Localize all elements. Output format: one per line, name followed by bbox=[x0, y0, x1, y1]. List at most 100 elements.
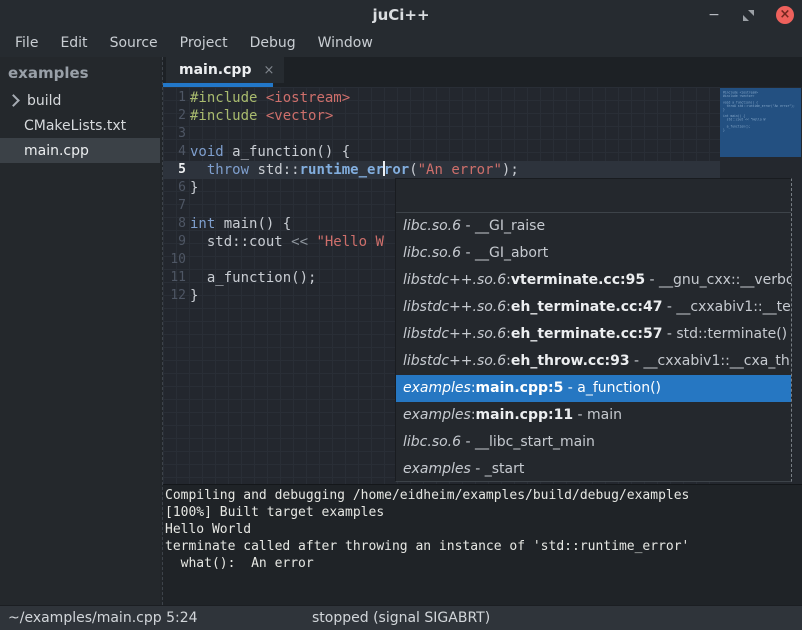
code-row-3: 3 bbox=[163, 125, 519, 143]
chevron-right-icon[interactable] bbox=[7, 94, 20, 107]
tree-item-main-cpp[interactable]: main.cpp bbox=[0, 138, 160, 163]
tab-main-cpp[interactable]: main.cpp × bbox=[166, 57, 284, 83]
frame-binary: libstdc++.so.6 bbox=[403, 353, 506, 369]
project-name-header: examples bbox=[0, 57, 160, 88]
frame-binary: examples bbox=[403, 461, 471, 477]
frame-function: main bbox=[587, 407, 622, 423]
backtrace-item-9[interactable]: libc.so.6 - __libc_start_main bbox=[396, 429, 791, 456]
code-text: } bbox=[190, 179, 198, 197]
menu-project[interactable]: Project bbox=[169, 30, 239, 57]
frame-function: __libc_start_main bbox=[475, 434, 595, 450]
status-file-position: ~/examples/main.cpp 5:24 bbox=[8, 606, 198, 630]
line-number: 6 bbox=[163, 179, 186, 197]
terminal-line-4: terminate called after throwing an insta… bbox=[165, 538, 802, 555]
terminal-line-5: what(): An error bbox=[165, 555, 802, 572]
file-tree-sidebar: examples build CMakeLists.txt main.cpp bbox=[0, 57, 160, 605]
backtrace-item-6[interactable]: libstdc++.so.6:eh_throw.cc:93 - __cxxabi… bbox=[396, 348, 791, 375]
backtrace-item-1[interactable]: libc.so.6 - __GI_raise bbox=[396, 213, 791, 240]
frame-binary: libstdc++.so.6 bbox=[403, 272, 506, 288]
menu-window[interactable]: Window bbox=[307, 30, 384, 57]
code-text: throw std::runtime_error("An error"); bbox=[190, 161, 519, 179]
window-controls: − × bbox=[707, 0, 794, 30]
backtrace-item-3[interactable]: libstdc++.so.6:vterminate.cc:95 - __gnu_… bbox=[396, 267, 791, 294]
statusbar: ~/examples/main.cpp 5:24 stopped (signal… bbox=[0, 605, 802, 630]
code-text: std::cout << "Hello W bbox=[190, 233, 384, 251]
line-number: 11 bbox=[163, 269, 186, 287]
menu-edit[interactable]: Edit bbox=[49, 30, 98, 57]
frame-function: __GI_raise bbox=[475, 218, 545, 234]
code-row-5: 5 throw std::runtime_error("An error"); bbox=[163, 161, 519, 179]
code-text: void a_function() { bbox=[190, 143, 350, 161]
frame-binary: libc.so.6 bbox=[403, 218, 461, 234]
line-number: 3 bbox=[163, 125, 186, 143]
backtrace-filter-entry[interactable] bbox=[396, 179, 791, 213]
frame-function: a_function() bbox=[577, 380, 661, 396]
code-text: #include <iostream> bbox=[190, 89, 350, 107]
backtrace-item-8[interactable]: examples:main.cpp:11 - main bbox=[396, 402, 791, 429]
frame-binary: libc.so.6 bbox=[403, 434, 461, 450]
tab-close-icon[interactable]: × bbox=[263, 63, 274, 78]
frame-file-line: main.cpp:5 bbox=[476, 380, 564, 396]
tabbar: main.cpp × bbox=[163, 57, 802, 87]
tree-item-label: build bbox=[27, 93, 61, 109]
frame-binary: libc.so.6 bbox=[403, 245, 461, 261]
terminal-line-1: Compiling and debugging /home/eidheim/ex… bbox=[165, 487, 802, 504]
code-row-4: 4void a_function() { bbox=[163, 143, 519, 161]
code-text: #include <vector> bbox=[190, 107, 333, 125]
source-map-slider[interactable]: #include <iostream> #include <vector> vo… bbox=[720, 88, 801, 157]
frame-file-line: main.cpp:11 bbox=[476, 407, 574, 423]
backtrace-list: libc.so.6 - __GI_raiselibc.so.6 - __GI_a… bbox=[396, 213, 791, 483]
line-number: 2 bbox=[163, 107, 186, 125]
frame-function: __GI_abort bbox=[475, 245, 548, 261]
terminal-line-2: [100%] Built target examples bbox=[165, 504, 802, 521]
window-title: juCi++ bbox=[0, 0, 802, 30]
terminal-line-3: Hello World bbox=[165, 521, 802, 538]
frame-file-line: eh_terminate.cc:57 bbox=[511, 326, 663, 342]
backtrace-item-4[interactable]: libstdc++.so.6:eh_terminate.cc:47 - __cx… bbox=[396, 294, 791, 321]
code-text: a_function(); bbox=[190, 269, 316, 287]
backtrace-item-5[interactable]: libstdc++.so.6:eh_terminate.cc:57 - std:… bbox=[396, 321, 791, 348]
source-map-text: #include <iostream> #include <vector> vo… bbox=[723, 91, 801, 132]
tree-item-build[interactable]: build bbox=[0, 88, 160, 113]
code-text: int main() { bbox=[190, 215, 291, 233]
frame-function: __cxxabiv1::__tern bbox=[676, 299, 791, 315]
backtrace-popup: libc.so.6 - __GI_raiselibc.so.6 - __GI_a… bbox=[395, 178, 792, 482]
tree-item-label: CMakeLists.txt bbox=[24, 118, 126, 134]
frame-file-line: eh_terminate.cc:47 bbox=[511, 299, 663, 315]
code-row-1: 1#include <iostream> bbox=[163, 89, 519, 107]
tree-item-cmakelists-txt[interactable]: CMakeLists.txt bbox=[0, 113, 160, 138]
backtrace-item-2[interactable]: libc.so.6 - __GI_abort bbox=[396, 240, 791, 267]
frame-function: _start bbox=[485, 461, 525, 477]
line-number: 8 bbox=[163, 215, 186, 233]
line-number: 12 bbox=[163, 287, 186, 305]
frame-binary: libstdc++.so.6 bbox=[403, 299, 506, 315]
code-text: } bbox=[190, 287, 198, 305]
menu-file[interactable]: File bbox=[4, 30, 49, 57]
backtrace-item-10[interactable]: examples - _start bbox=[396, 456, 791, 483]
menu-debug[interactable]: Debug bbox=[239, 30, 307, 57]
frame-file-line: vterminate.cc:95 bbox=[511, 272, 645, 288]
close-icon[interactable]: × bbox=[776, 6, 794, 24]
menu-source[interactable]: Source bbox=[99, 30, 169, 57]
minimize-icon[interactable]: − bbox=[707, 10, 721, 20]
frame-function: std::terminate() bbox=[676, 326, 787, 342]
line-number: 5 bbox=[163, 161, 186, 179]
frame-file-line: eh_throw.cc:93 bbox=[511, 353, 630, 369]
tab-label: main.cpp bbox=[179, 62, 251, 78]
titlebar[interactable]: juCi++ − × bbox=[0, 0, 802, 31]
tree-item-label: main.cpp bbox=[24, 143, 89, 159]
backtrace-item-7[interactable]: examples:main.cpp:5 - a_function() bbox=[396, 375, 791, 402]
app-window: juCi++ − × FileEditSourceProjectDebugWin… bbox=[0, 0, 802, 630]
line-number: 9 bbox=[163, 233, 186, 251]
line-number: 1 bbox=[163, 89, 186, 107]
frame-binary: examples bbox=[403, 407, 471, 423]
menubar: FileEditSourceProjectDebugWindow bbox=[0, 30, 802, 57]
terminal-output[interactable]: Compiling and debugging /home/eidheim/ex… bbox=[163, 484, 802, 605]
maximize-icon[interactable] bbox=[743, 10, 754, 21]
line-number: 4 bbox=[163, 143, 186, 161]
frame-function: __cxxabiv1::__cxa_thro bbox=[644, 353, 791, 369]
line-number: 7 bbox=[163, 197, 186, 215]
frame-binary: examples bbox=[403, 380, 471, 396]
status-debug-state: stopped (signal SIGABRT) bbox=[312, 606, 490, 630]
frame-binary: libstdc++.so.6 bbox=[403, 326, 506, 342]
